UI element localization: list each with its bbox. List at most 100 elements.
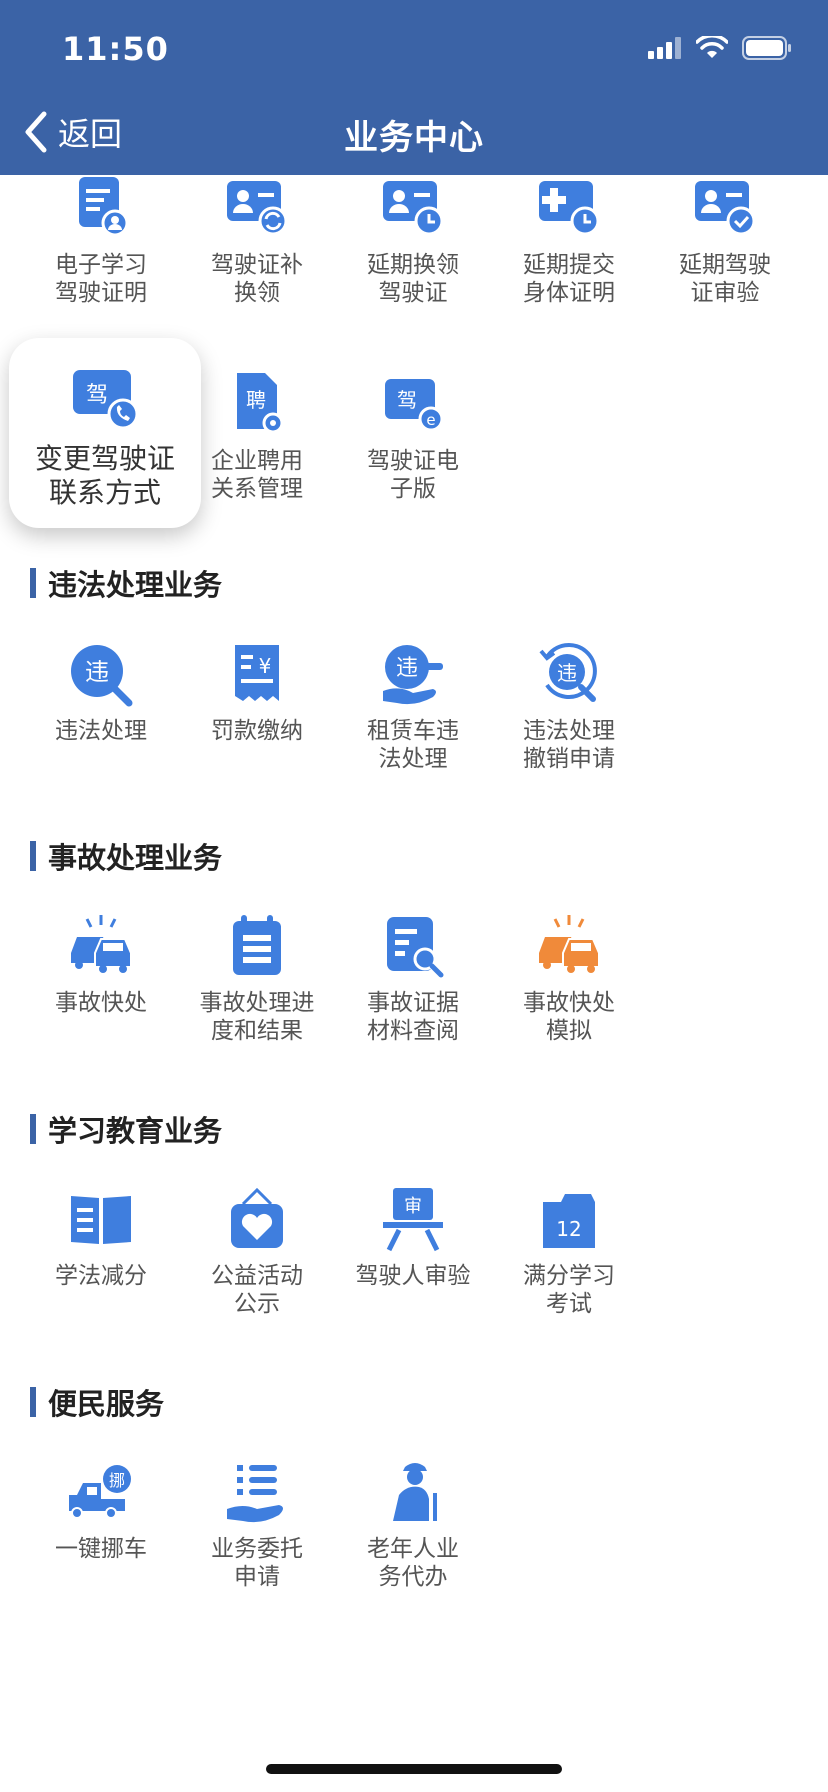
section-marker [30,1387,36,1417]
section-marker [30,1114,36,1144]
page-title: 业务中心 [344,118,484,158]
evidence-search-icon [387,917,444,978]
signal-icon [648,37,681,59]
section-label: 事故处理业务 [48,841,223,875]
svg-text:违: 违 [557,661,577,685]
service-label: 事故快处 [55,990,147,1016]
svg-text:聘: 聘 [246,388,266,412]
service-label: 违法处理 撤销申请 [523,718,615,772]
svg-text:挪: 挪 [109,1471,125,1490]
status-time: 11:50 [62,30,169,68]
service-label: 驾驶证电 子版 [367,448,459,502]
section-title-education: 学习教育业务 [30,1111,223,1148]
service-label: 老年人业 务代办 [367,1536,459,1590]
service-tile[interactable]: 违 违法处理 [23,641,179,745]
svg-text:驾: 驾 [397,388,417,412]
service-tile[interactable]: 老年人业 务代办 [335,1459,491,1591]
violation-search-icon: 违 [71,645,133,707]
medical-clock-icon [539,181,600,236]
service-label: 驾驶证补 换领 [211,252,303,306]
service-tile[interactable]: 事故证据 材料查阅 [335,913,491,1045]
service-label: 延期驾驶 证审验 [679,252,771,306]
service-tile[interactable]: 聘 企业聘用 关系管理 [179,371,335,503]
service-label: 延期换领 驾驶证 [367,252,459,306]
service-tile[interactable]: 延期提交 身体证明 [491,175,647,307]
nav-header: 11:50 返回 业务中心 [0,0,828,175]
svg-text:12: 12 [556,1217,581,1241]
open-book-icon [71,1196,131,1244]
svg-text:e: e [426,411,435,429]
car-accident-orange-icon [539,915,600,973]
violation-revoke-icon: 违 [539,643,597,702]
car-accident-icon [71,915,132,973]
calendar-12-icon: 12 [543,1194,595,1248]
highlighted-service-card[interactable]: 驾 变更驾驶证 联系方式 [9,338,201,528]
service-label: 业务委托 申请 [211,1536,303,1590]
section-title-violation: 违法处理业务 [30,565,223,602]
document-user-icon [79,177,129,237]
service-tile[interactable]: 违 租赁车违 法处理 [335,641,491,773]
charity-heart-icon [231,1187,283,1248]
status-icons [648,32,792,64]
battery-icon [742,36,791,60]
service-tile[interactable]: 延期换领 驾驶证 [335,175,491,307]
svg-text:驾: 驾 [86,383,108,408]
service-tile[interactable]: 挪 一键挪车 [23,1459,179,1563]
license-phone-icon: 驾 [73,370,139,430]
service-tile[interactable]: ¥ 罚款缴纳 [179,641,335,745]
service-tile[interactable]: 驾 e 驾驶证电 子版 [335,371,491,503]
section-title-convenience: 便民服务 [30,1384,165,1421]
section-label: 便民服务 [48,1387,165,1421]
service-tile[interactable]: 驾驶证补 换领 [179,175,335,307]
service-tile[interactable]: 电子学习 驾驶证明 [23,175,179,307]
service-tile[interactable]: 延期驾驶 证审验 [647,175,803,307]
hire-document-icon: 聘 [237,373,284,434]
service-tile[interactable]: 12 满分学习 考试 [491,1186,647,1318]
wifi-icon [696,36,728,58]
section-title-accident: 事故处理业务 [30,838,223,875]
service-label: 事故快处 模拟 [523,990,615,1044]
service-tile[interactable]: 事故处理进 度和结果 [179,913,335,1045]
svg-text:审: 审 [404,1196,422,1217]
elderly-person-icon [393,1463,437,1521]
svg-text:¥: ¥ [259,654,272,678]
svg-text:违: 违 [85,658,109,686]
svg-text:违: 违 [396,656,418,681]
service-label: 变更驾驶证 联系方式 [34,442,175,509]
rental-violation-icon: 违 [383,645,443,705]
license-clock-icon [383,181,444,236]
service-label: 电子学习 驾驶证明 [55,252,147,306]
section-marker [30,568,36,598]
section-label: 学习教育业务 [48,1114,223,1148]
service-label: 驾驶人审验 [355,1263,471,1289]
calendar-progress-icon [233,915,281,975]
home-indicator[interactable] [266,1764,562,1774]
fine-receipt-icon: ¥ [235,645,279,701]
tow-truck-icon: 挪 [69,1465,131,1519]
service-label: 企业聘用 关系管理 [211,448,303,502]
service-tile[interactable]: 事故快处 [23,913,179,1017]
service-tile[interactable]: 业务委托 申请 [179,1459,335,1591]
service-label: 事故证据 材料查阅 [367,990,459,1044]
service-tile[interactable]: 违 违法处理 撤销申请 [491,641,647,773]
section-marker [30,841,36,871]
service-label: 一键挪车 [55,1536,147,1562]
service-tile[interactable]: 事故快处 模拟 [491,913,647,1045]
service-label: 学法减分 [55,1263,147,1289]
service-label: 罚款缴纳 [211,718,303,744]
review-easel-icon: 审 [383,1188,443,1252]
license-refresh-icon [227,181,288,236]
service-tile[interactable]: 公益活动 公示 [179,1186,335,1318]
e-license-icon: 驾 e [385,379,444,432]
service-tile[interactable]: 学法减分 [23,1186,179,1290]
service-label: 公益活动 公示 [211,1263,303,1317]
service-label: 延期提交 身体证明 [523,252,615,306]
service-label: 事故处理进 度和结果 [199,990,315,1044]
service-label: 租赁车违 法处理 [367,718,459,772]
delegate-list-icon [227,1465,283,1523]
service-label: 违法处理 [55,718,147,744]
section-label: 违法处理业务 [48,568,223,602]
service-tile[interactable]: 审 驾驶人审验 [335,1186,491,1290]
license-check-icon [695,181,756,236]
service-label: 满分学习 考试 [523,1263,615,1317]
